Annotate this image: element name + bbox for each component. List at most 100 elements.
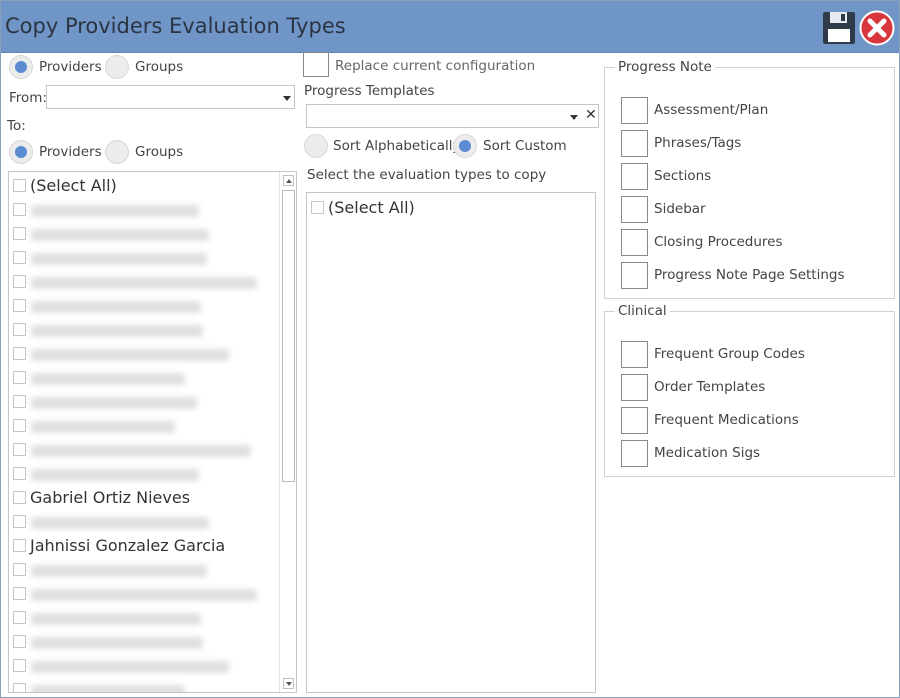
replace-config-label: Replace current configuration <box>335 58 536 74</box>
chevron-down-icon[interactable] <box>570 115 578 120</box>
evaluation-types-list[interactable]: (Select All) <box>306 192 596 693</box>
option-progress-note-page-settings[interactable]: Progress Note Page Settings <box>621 262 881 289</box>
redacted-provider-name <box>31 205 199 217</box>
option-closing-procedures[interactable]: Closing Procedures <box>621 229 881 256</box>
redacted-provider-name <box>31 565 207 577</box>
option-phrases-tags[interactable]: Phrases/Tags <box>621 130 881 157</box>
provider-checkbox[interactable] <box>13 299 26 312</box>
from-combobox[interactable] <box>46 85 295 109</box>
to-groups-radio[interactable] <box>105 140 129 164</box>
progress-note-page-settings-checkbox[interactable] <box>621 262 648 289</box>
option-sidebar[interactable]: Sidebar <box>621 196 881 223</box>
provider-checkbox[interactable] <box>13 347 26 360</box>
provider-list-item[interactable] <box>9 582 279 606</box>
provider-name: Gabriel Ortiz Nieves <box>30 488 191 507</box>
option-sections[interactable]: Sections <box>621 163 881 190</box>
to-providers-radio[interactable] <box>9 140 33 164</box>
provider-list-item[interactable] <box>9 318 279 342</box>
progress-templates-label: Progress Templates <box>304 83 435 99</box>
option-frequent-medications[interactable]: Frequent Medications <box>621 407 881 434</box>
provider-checkbox[interactable] <box>13 275 26 288</box>
scroll-up-arrow-icon[interactable] <box>283 175 294 186</box>
provider-list-item[interactable] <box>9 678 279 692</box>
provider-list-item[interactable] <box>9 654 279 678</box>
provider-list-item[interactable] <box>9 462 279 486</box>
provider-checkbox[interactable] <box>13 539 26 552</box>
provider-checkbox[interactable] <box>13 515 26 528</box>
floppy-disk-icon <box>823 12 855 44</box>
from-label: From: <box>9 90 47 106</box>
provider-list-item[interactable] <box>9 606 279 630</box>
provider-checkbox[interactable] <box>13 419 26 432</box>
provider-checkbox[interactable] <box>13 563 26 576</box>
sections-checkbox[interactable] <box>621 163 648 190</box>
provider-list-item[interactable] <box>9 630 279 654</box>
provider-list-item[interactable]: Jahnissi Gonzalez Garcia <box>9 534 279 558</box>
chevron-down-icon[interactable] <box>283 96 291 101</box>
frequent-group-codes-checkbox[interactable] <box>621 341 648 368</box>
provider-checkbox[interactable] <box>13 683 26 692</box>
provider-list-item[interactable] <box>9 294 279 318</box>
clinical-group: Clinical Frequent Group Codes Order Templ… <box>604 303 895 477</box>
provider-checkbox[interactable] <box>13 395 26 408</box>
frequent-medications-checkbox[interactable] <box>621 407 648 434</box>
option-medication-sigs[interactable]: Medication Sigs <box>621 440 881 467</box>
close-x-icon <box>859 10 895 46</box>
closing-procedures-checkbox[interactable] <box>621 229 648 256</box>
provider-list-item[interactable] <box>9 270 279 294</box>
provider-checkbox[interactable] <box>13 659 26 672</box>
provider-checkbox[interactable] <box>13 467 26 480</box>
eval-select-all-checkbox[interactable] <box>311 201 324 214</box>
provider-list-item[interactable]: Gabriel Ortiz Nieves <box>9 486 279 510</box>
from-providers-radio[interactable] <box>9 55 33 79</box>
from-groups-label: Groups <box>135 59 184 75</box>
provider-list-item[interactable] <box>9 438 279 462</box>
close-button[interactable] <box>859 10 895 46</box>
provider-checkbox[interactable] <box>13 203 26 216</box>
provider-checkbox[interactable] <box>13 587 26 600</box>
replace-config-checkbox[interactable] <box>303 52 329 77</box>
provider-list-item[interactable] <box>9 342 279 366</box>
redacted-provider-name <box>31 445 251 457</box>
option-frequent-group-codes[interactable]: Frequent Group Codes <box>621 341 881 368</box>
provider-checkbox[interactable] <box>13 323 26 336</box>
provider-list-item[interactable] <box>9 366 279 390</box>
order-templates-checkbox[interactable] <box>621 374 648 401</box>
sidebar-checkbox[interactable] <box>621 196 648 223</box>
select-all-checkbox[interactable] <box>13 179 26 192</box>
target-list-scrollbar[interactable] <box>279 172 296 692</box>
progress-templates-combobox[interactable]: ✕ <box>306 104 599 128</box>
provider-list-item[interactable] <box>9 414 279 438</box>
provider-list-item[interactable] <box>9 246 279 270</box>
option-order-templates[interactable]: Order Templates <box>621 374 881 401</box>
sort-custom-radio[interactable] <box>453 134 477 158</box>
scroll-thumb[interactable] <box>282 190 295 482</box>
provider-list-item[interactable] <box>9 510 279 534</box>
provider-checkbox[interactable] <box>13 371 26 384</box>
provider-checkbox[interactable] <box>13 611 26 624</box>
option-assessment-plan[interactable]: Assessment/Plan <box>621 97 881 124</box>
phrases-tags-checkbox[interactable] <box>621 130 648 157</box>
provider-checkbox[interactable] <box>13 227 26 240</box>
clear-x-icon[interactable]: ✕ <box>585 107 597 123</box>
sort-alphabetically-radio[interactable] <box>304 134 328 158</box>
progress-note-group: Progress Note Assessment/Plan Phrases/Tag… <box>604 59 895 299</box>
provider-checkbox[interactable] <box>13 635 26 648</box>
provider-list-item[interactable] <box>9 222 279 246</box>
provider-list-item[interactable] <box>9 198 279 222</box>
target-providers-list[interactable]: (Select All) Gabriel Ortiz Nieves Jahniss… <box>8 171 297 693</box>
provider-checkbox[interactable] <box>13 491 26 504</box>
save-button[interactable] <box>821 10 857 46</box>
assessment-plan-label: Assessment/Plan <box>654 102 769 118</box>
eval-select-all-row[interactable]: (Select All) <box>307 196 587 220</box>
medication-sigs-checkbox[interactable] <box>621 440 648 467</box>
from-groups-radio[interactable] <box>105 55 129 79</box>
scroll-down-arrow-icon[interactable] <box>283 678 294 689</box>
provider-checkbox[interactable] <box>13 251 26 264</box>
select-all-row[interactable]: (Select All) <box>9 174 279 198</box>
provider-list-item[interactable] <box>9 558 279 582</box>
provider-checkbox[interactable] <box>13 443 26 456</box>
assessment-plan-checkbox[interactable] <box>621 97 648 124</box>
sort-custom-label: Sort Custom <box>483 138 567 154</box>
provider-list-item[interactable] <box>9 390 279 414</box>
